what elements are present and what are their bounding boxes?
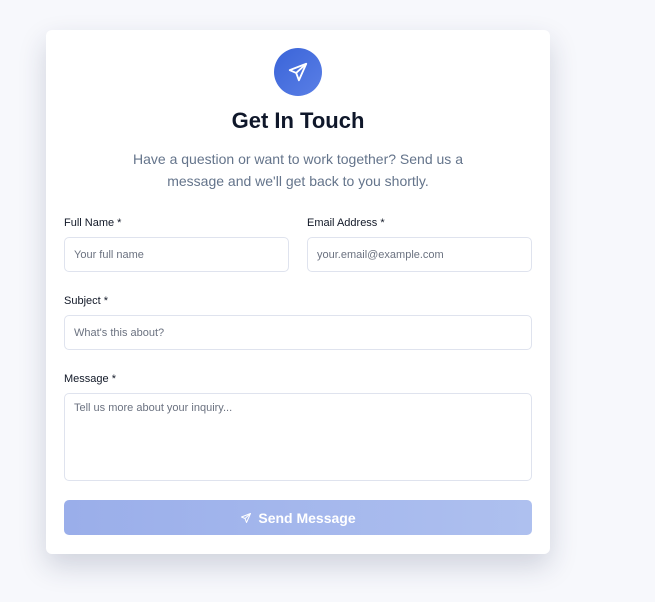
email-input[interactable]: your.email@example.com xyxy=(307,237,532,272)
full-name-label: Full Name * xyxy=(64,217,122,229)
send-message-button[interactable]: Send Message xyxy=(64,500,532,535)
subject-label: Subject * xyxy=(64,295,109,307)
subject-input[interactable]: What's this about? xyxy=(64,315,532,350)
message-textarea[interactable]: Tell us more about your inquiry... xyxy=(64,393,532,481)
contact-card: Get In Touch Have a question or want to … xyxy=(46,30,550,554)
page-title: Get In Touch xyxy=(231,108,365,133)
full-name-input[interactable]: Your full name xyxy=(64,237,289,272)
message-label: Message * xyxy=(64,373,116,385)
send-icon xyxy=(241,512,252,523)
send-message-label: Send Message xyxy=(258,509,356,526)
page-subtitle: Have a question or want to work together… xyxy=(133,151,463,189)
email-label: Email Address * xyxy=(307,217,385,229)
send-icon-badge xyxy=(274,48,322,96)
send-icon xyxy=(288,62,308,82)
